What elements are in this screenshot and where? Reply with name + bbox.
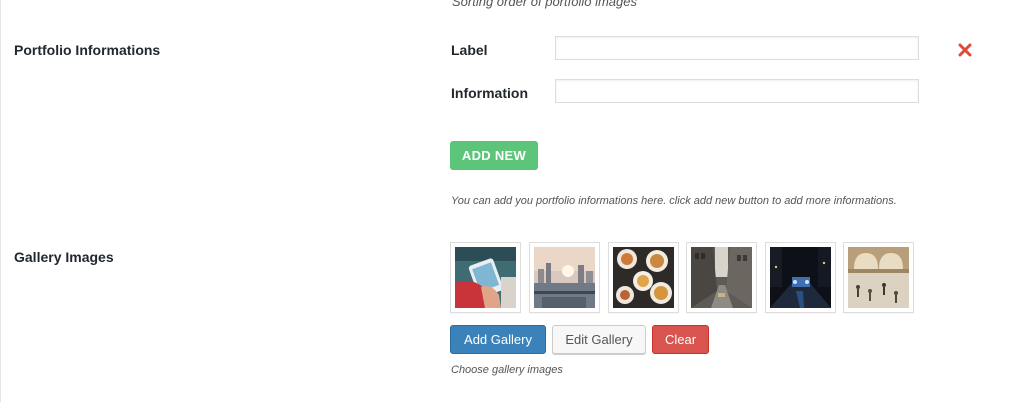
information-input[interactable]: [555, 79, 919, 103]
train-station-hall-photo-icon: [848, 247, 909, 308]
previous-help-text: Sorting order of portfolio images: [452, 0, 637, 9]
gallery-thumb-5[interactable]: [765, 242, 836, 313]
food-table-photo-icon: [613, 247, 674, 308]
edit-gallery-button[interactable]: Edit Gallery: [552, 325, 646, 354]
gallery-thumb-1[interactable]: [450, 242, 521, 313]
portfolio-informations-label: Portfolio Informations: [14, 42, 161, 58]
label-field-label: Label: [451, 42, 488, 58]
portfolio-help-text: You can add you portfolio informations h…: [451, 195, 897, 207]
label-input[interactable]: [555, 36, 919, 60]
clear-gallery-button[interactable]: Clear: [652, 325, 709, 354]
gallery-thumb-2[interactable]: [529, 242, 600, 313]
add-gallery-button[interactable]: Add Gallery: [450, 325, 546, 354]
gallery-help-text: Choose gallery images: [451, 364, 563, 376]
information-field-label: Information: [451, 85, 528, 101]
remove-row-icon[interactable]: [958, 43, 972, 57]
gallery-thumb-4[interactable]: [686, 242, 757, 313]
gallery-images-label: Gallery Images: [14, 249, 114, 265]
add-new-button[interactable]: ADD NEW: [450, 141, 538, 170]
city-skyline-photo-icon: [534, 247, 595, 308]
left-border: [0, 0, 1, 402]
gallery-thumb-6[interactable]: [843, 242, 914, 313]
phone-in-hand-photo-icon: [455, 247, 516, 308]
gallery-thumb-3[interactable]: [608, 242, 679, 313]
night-city-photo-icon: [770, 247, 831, 308]
city-street-photo-icon: [691, 247, 752, 308]
